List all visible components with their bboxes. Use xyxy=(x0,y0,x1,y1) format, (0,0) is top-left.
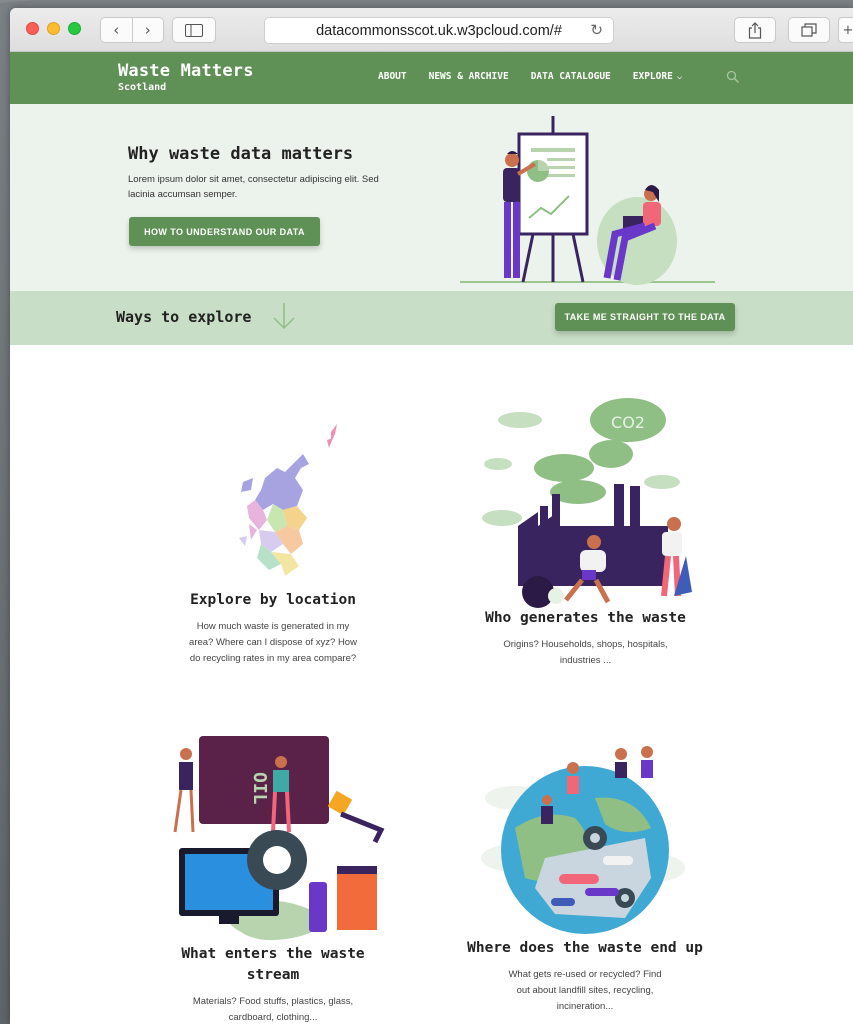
hero-title: Why waste data matters xyxy=(128,144,354,164)
waste-materials-illustration: OIL xyxy=(173,736,385,941)
card-endup-text: What gets re-used or recycled? Find out … xyxy=(508,969,662,1012)
card-endup-title: Where does the waste end up xyxy=(467,940,703,956)
url-text: datacommonsscot.uk.w3pcloud.com/# xyxy=(316,22,562,39)
nav-explore-label: EXPLORE xyxy=(632,71,673,82)
card-waste-stream[interactable]: OIL What enters the waste stream Materia… xyxy=(155,732,391,1024)
search-icon[interactable] xyxy=(726,70,740,84)
history-nav: ‹ › xyxy=(100,17,164,43)
maximize-window-button[interactable] xyxy=(68,22,81,35)
show-tabs-button[interactable] xyxy=(788,17,830,43)
scotland-map-illustration xyxy=(239,424,337,576)
address-bar[interactable]: datacommonsscot.uk.w3pcloud.com/# ↻ xyxy=(264,17,614,44)
hero-text: Lorem ipsum dolor sit amet, consectetur … xyxy=(128,174,379,200)
hero-section: Why waste data matters Lorem ipsum dolor… xyxy=(10,104,853,291)
site-logo[interactable]: Waste Matters Scotland xyxy=(118,61,254,93)
window-controls xyxy=(26,22,81,35)
card-generators-title: Who generates the waste xyxy=(485,610,686,626)
nav-news-archive[interactable]: NEWS & ARCHIVE xyxy=(429,71,509,82)
landfill-globe-illustration xyxy=(481,746,685,934)
sidebar-toggle-button[interactable] xyxy=(172,17,216,43)
main-nav: ABOUT NEWS & ARCHIVE DATA CATALOGUE EXPL… xyxy=(378,71,682,82)
logo-title: Waste Matters xyxy=(118,61,254,81)
card-location-text: How much waste is generated in my area? … xyxy=(189,621,357,664)
tabs-icon xyxy=(801,23,817,37)
presentation-illustration xyxy=(460,116,715,285)
browser-window: ‹ › datacommonsscot.uk.w3pcloud.com/# ↻ xyxy=(10,8,853,1024)
card-explore-location[interactable]: Explore by location How much waste is ge… xyxy=(168,420,378,667)
explore-band: Ways to explore TAKE ME STRAIGHT TO THE … xyxy=(10,291,853,345)
explore-title: Ways to explore xyxy=(116,308,252,326)
back-button[interactable]: ‹ xyxy=(101,18,132,42)
straight-to-data-button[interactable]: TAKE ME STRAIGHT TO THE DATA xyxy=(555,303,735,331)
browser-toolbar: ‹ › datacommonsscot.uk.w3pcloud.com/# ↻ xyxy=(10,8,853,52)
factory-pollution-illustration: CO2 xyxy=(482,398,692,608)
logo-subtitle: Scotland xyxy=(118,82,167,93)
nav-about[interactable]: ABOUT xyxy=(378,71,407,82)
understand-data-button[interactable]: HOW TO UNDERSTAND OUR DATA xyxy=(129,217,320,246)
new-tab-button[interactable]: + xyxy=(838,17,853,43)
arrow-down-icon xyxy=(273,303,295,330)
close-window-button[interactable] xyxy=(26,22,39,35)
card-stream-title: What enters the waste stream xyxy=(181,946,365,983)
reload-icon[interactable]: ↻ xyxy=(590,21,603,39)
card-generators-text: Origins? Households, shops, hospitals, i… xyxy=(503,639,668,666)
card-who-generates[interactable]: CO2 Who generates the waste Origins? Hou… xyxy=(463,396,708,669)
card-location-title: Explore by location xyxy=(190,592,356,608)
nav-data-catalogue[interactable]: DATA CATALOGUE xyxy=(531,71,611,82)
nav-explore[interactable]: EXPLORE ⌵ xyxy=(633,71,682,82)
site-header: Waste Matters Scotland ABOUT NEWS & ARCH… xyxy=(10,52,853,104)
minimize-window-button[interactable] xyxy=(47,22,60,35)
chevron-down-icon: ⌵ xyxy=(676,72,683,82)
co2-cloud-label: CO2 xyxy=(611,413,645,432)
share-icon xyxy=(748,21,762,39)
forward-button[interactable]: › xyxy=(131,18,164,42)
sidebar-icon xyxy=(185,23,203,37)
card-stream-text: Materials? Food stuffs, plastics, glass,… xyxy=(192,996,354,1023)
oil-container-label: OIL xyxy=(249,772,270,805)
share-button[interactable] xyxy=(734,17,776,43)
card-waste-end-up[interactable]: Where does the waste end up What gets re… xyxy=(445,738,725,1015)
